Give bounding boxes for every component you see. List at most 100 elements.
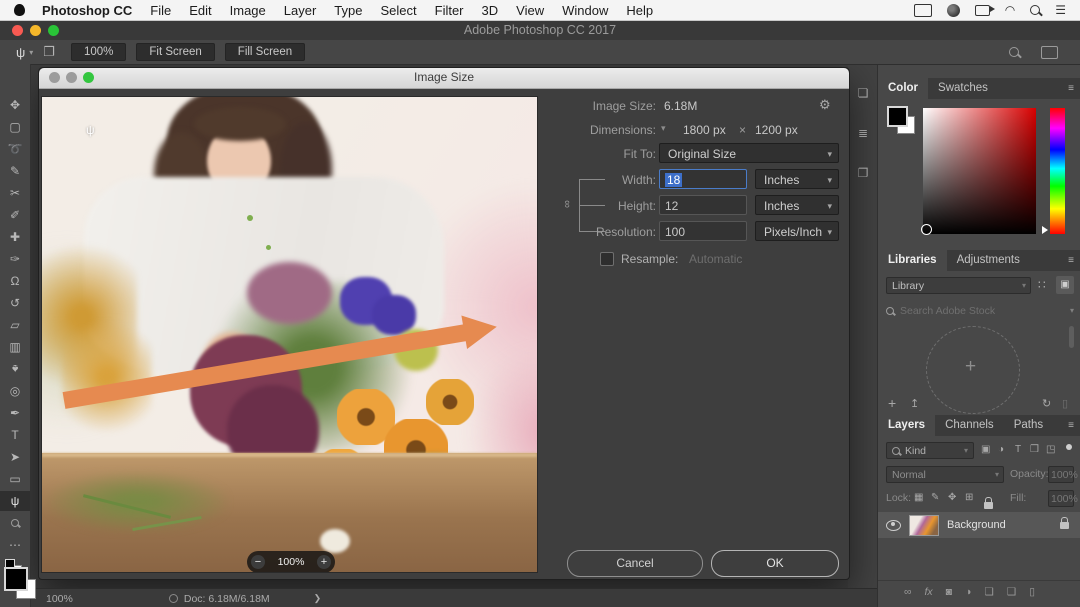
upload-icon[interactable]: ↥ <box>910 397 919 410</box>
spot-healing-tool[interactable]: ✚ <box>0 227 30 247</box>
workspace-icon[interactable] <box>1041 46 1058 59</box>
dialog-zoom-button[interactable] <box>83 72 94 83</box>
lock-image-icon[interactable]: ✎ <box>931 492 939 503</box>
layer-thumbnail[interactable] <box>909 515 939 536</box>
image-preview[interactable]: ψ − 100% + <box>41 96 538 573</box>
sync-icon[interactable]: ↻ <box>1042 397 1051 410</box>
hue-slider-marker[interactable] <box>1042 226 1048 234</box>
zoom-tool[interactable] <box>0 513 30 533</box>
menu-type[interactable]: Type <box>334 3 362 18</box>
fit-screen-button[interactable]: Fit Screen <box>136 43 214 61</box>
lasso-tool[interactable]: ➰ <box>0 139 30 159</box>
tab-layers[interactable]: Layers <box>878 415 935 436</box>
marquee-tool[interactable]: ▢ <box>0 117 30 137</box>
quick-selection-tool[interactable]: ✎ <box>0 161 30 181</box>
status-chevron-icon[interactable]: ❯ <box>314 593 322 604</box>
history-panel-icon[interactable]: ❏ <box>854 86 872 100</box>
lock-transparency-icon[interactable]: ▦ <box>914 492 923 503</box>
move-tool[interactable]: ✥ <box>0 95 30 115</box>
pixel-layer-filter-icon[interactable]: ▣ <box>981 444 990 455</box>
new-layer-icon[interactable]: ❑ <box>1007 586 1016 598</box>
crop-tool[interactable]: ✂ <box>0 183 30 203</box>
gradient-tool[interactable]: ▥ <box>0 337 30 357</box>
tab-paths[interactable]: Paths <box>1004 415 1053 436</box>
color-picker-ring[interactable] <box>921 224 932 235</box>
link-layers-icon[interactable]: ∞ <box>904 586 912 598</box>
path-selection-tool[interactable]: ➤ <box>0 447 30 467</box>
dialog-minimize-button[interactable] <box>66 72 77 83</box>
resample-checkbox[interactable] <box>600 252 614 266</box>
lock-all-icon[interactable] <box>984 502 993 509</box>
dodge-tool[interactable]: ◎ <box>0 381 30 401</box>
delete-layer-icon[interactable]: ▯ <box>1029 586 1035 598</box>
list-view-icon[interactable]: ▣ <box>1056 276 1074 294</box>
lock-position-icon[interactable]: ✥ <box>948 492 956 503</box>
ok-button[interactable]: OK <box>711 550 839 577</box>
blend-mode-select[interactable]: Normal▾ <box>886 466 1004 483</box>
trash-icon[interactable]: ▯ <box>1062 397 1068 410</box>
layer-mask-icon[interactable]: ◙ <box>946 586 952 598</box>
menu-file[interactable]: File <box>150 3 171 18</box>
shape-layer-filter-icon[interactable]: ❒ <box>1030 444 1039 455</box>
type-layer-filter-icon[interactable]: T <box>1015 444 1021 455</box>
new-group-icon[interactable]: ❏ <box>984 586 993 598</box>
fill-field[interactable]: 100% <box>1048 490 1074 507</box>
resolution-input[interactable]: 100 <box>659 221 747 241</box>
grid-view-icon[interactable]: ∷ <box>1038 278 1046 292</box>
menu-3d[interactable]: 3D <box>482 3 499 18</box>
opacity-field[interactable]: 100% <box>1048 466 1074 483</box>
spotlight-search-icon[interactable] <box>1030 5 1040 15</box>
zoom-out-button[interactable]: − <box>251 555 265 569</box>
filter-toggle-dot[interactable] <box>1066 444 1072 450</box>
notification-center-icon[interactable]: ☰ <box>1055 3 1066 17</box>
layer-effects-icon[interactable]: fx <box>925 586 933 598</box>
fit-to-select[interactable]: Original Size▾ <box>659 143 839 163</box>
menu-help[interactable]: Help <box>626 3 653 18</box>
eraser-tool[interactable]: ▱ <box>0 315 30 335</box>
menu-edit[interactable]: Edit <box>189 3 211 18</box>
resolution-unit-select[interactable]: Pixels/Inch▾ <box>755 221 839 241</box>
layer-name[interactable]: Background <box>947 519 1006 531</box>
width-input[interactable]: 18 <box>659 169 747 189</box>
history-brush-tool[interactable]: ↺ <box>0 293 30 313</box>
fill-screen-button[interactable]: Fill Screen <box>225 43 305 61</box>
layer-row-background[interactable]: Background <box>878 512 1080 538</box>
panel-menu-icon[interactable]: ≡ <box>1068 250 1080 271</box>
library-search-field[interactable]: Search Adobe Stock ▾ <box>886 302 1074 319</box>
clone-stamp-tool[interactable]: Ω <box>0 271 30 291</box>
zoom-window-button[interactable] <box>48 25 59 36</box>
screen-record-icon[interactable] <box>975 5 990 16</box>
adjustment-layer-filter-icon[interactable]: ◑ <box>998 444 1004 455</box>
scrubby-zoom-icon[interactable]: ❐ <box>43 44 55 60</box>
panel-menu-icon[interactable]: ≡ <box>1068 415 1080 436</box>
width-unit-select[interactable]: Inches▾ <box>755 169 839 189</box>
menu-filter[interactable]: Filter <box>435 3 464 18</box>
height-unit-select[interactable]: Inches▾ <box>755 195 839 215</box>
properties-panel-icon[interactable]: ≣ <box>854 126 872 140</box>
scrollbar-thumb[interactable] <box>1069 326 1074 348</box>
zoom-100-button[interactable]: 100% <box>71 43 126 61</box>
shape-tool[interactable]: ▭ <box>0 469 30 489</box>
menu-view[interactable]: View <box>516 3 544 18</box>
smart-object-filter-icon[interactable]: ◳ <box>1046 444 1055 455</box>
siri-icon[interactable] <box>947 4 960 17</box>
color-saturation-square[interactable] <box>923 108 1036 234</box>
layer-visibility-eye-icon[interactable] <box>886 520 901 531</box>
dialog-title-bar[interactable]: Image Size <box>39 68 849 89</box>
library-select[interactable]: Library▾ <box>886 277 1031 294</box>
dimensions-chevron-icon[interactable]: ▾ <box>661 123 666 134</box>
tab-color[interactable]: Color <box>878 78 928 99</box>
menu-window[interactable]: Window <box>562 3 608 18</box>
add-library-icon[interactable]: + <box>888 395 896 411</box>
close-window-button[interactable] <box>12 25 23 36</box>
layer-filter-kind[interactable]: Kind ▾ <box>886 442 974 459</box>
panel-menu-icon[interactable]: ≡ <box>1068 78 1080 99</box>
height-input[interactable]: 12 <box>659 195 747 215</box>
tab-libraries[interactable]: Libraries <box>878 250 947 271</box>
wifi-icon[interactable]: ◠ <box>1005 3 1015 17</box>
type-tool[interactable]: T <box>0 425 30 445</box>
eyedropper-tool[interactable]: ✐ <box>0 205 30 225</box>
menu-select[interactable]: Select <box>380 3 416 18</box>
menu-photoshop[interactable]: Photoshop CC <box>42 3 132 18</box>
gear-icon[interactable]: ⚙ <box>819 97 831 113</box>
